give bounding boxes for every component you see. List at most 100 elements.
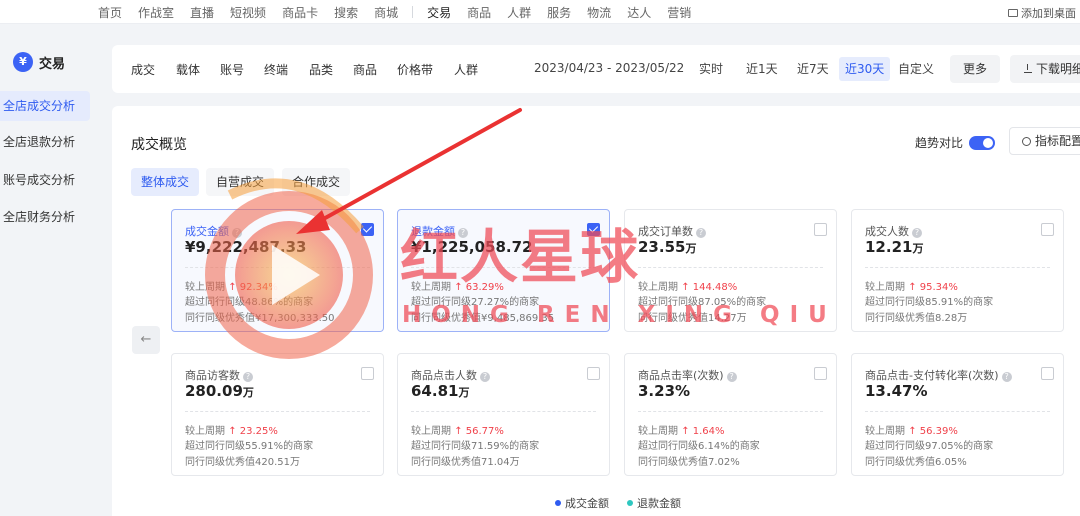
monitor-icon <box>1008 9 1018 17</box>
top-nav-item-audience[interactable]: 人群 <box>499 4 539 21</box>
metric-card[interactable]: 商品点击人数? 64.81万 较上周期 ↑ 56.77% 超过同行同级71.59%的商… <box>397 353 610 476</box>
time-custom-button[interactable]: 自定义 <box>892 57 940 81</box>
subtab-partner[interactable]: 合作成交 <box>282 168 351 196</box>
more-button[interactable]: 更多 <box>950 55 1000 83</box>
help-icon[interactable]: ? <box>696 228 706 238</box>
trend-compare-toggle[interactable] <box>969 135 996 150</box>
sidebar-header: ¥ 交易 <box>13 52 65 72</box>
metric-card[interactable]: 成交订单数? 23.55万 较上周期 ↑ 144.48% 超过同行同级87.05%的商… <box>624 209 837 332</box>
metric-value: ¥1,225,058.72 <box>411 238 532 256</box>
metric-rank: 超过同行同级97.05%的商家 <box>865 441 994 452</box>
tab-sales[interactable]: 成交 <box>131 61 155 78</box>
help-icon[interactable]: ? <box>458 228 468 238</box>
metric-change-label: 较上周期 <box>185 426 225 437</box>
top-nav-item-war-room[interactable]: 作战室 <box>130 4 182 21</box>
metric-checkbox[interactable] <box>814 223 827 236</box>
top-nav-item-short-video[interactable]: 短视频 <box>222 4 274 21</box>
top-nav-item-search[interactable]: 搜索 <box>326 4 366 21</box>
metric-change-number: 23.25% <box>239 426 278 437</box>
arrow-up-icon: ↑ <box>908 426 917 437</box>
tab-category[interactable]: 品类 <box>309 61 333 78</box>
metric-title-text: 退款金额 <box>411 225 455 238</box>
top-nav-item-mall[interactable]: 商城 <box>366 4 406 21</box>
tab-product[interactable]: 商品 <box>353 61 377 78</box>
help-icon[interactable]: ? <box>243 372 253 382</box>
metric-title: 商品访客数? <box>185 367 253 383</box>
metric-change: 较上周期 ↑ 63.29% <box>411 278 504 293</box>
metric-value-number: ¥1,225,058.72 <box>411 238 533 256</box>
metric-title: 商品点击率(次数)? <box>638 367 737 383</box>
metric-checkbox[interactable] <box>361 223 374 236</box>
metric-card[interactable]: 商品访客数? 280.09万 较上周期 ↑ 23.25% 超过同行同级55.91%的商… <box>171 353 384 476</box>
tab-terminal[interactable]: 终端 <box>264 61 288 78</box>
time-realtime-button[interactable]: 实时 <box>693 57 729 81</box>
metric-change-label: 较上周期 <box>865 282 905 293</box>
metric-config-label: 指标配置 <box>1035 134 1080 148</box>
top-nav-divider <box>412 6 414 18</box>
tab-carrier[interactable]: 载体 <box>176 61 200 78</box>
top-nav-item-live[interactable]: 直播 <box>182 4 222 21</box>
subtab-self-run[interactable]: 自营成交 <box>206 168 275 196</box>
metric-card[interactable]: 成交人数? 12.21万 较上周期 ↑ 95.34% 超过同行同级85.91%的商家同… <box>851 209 1064 332</box>
subtab-overall[interactable]: 整体成交 <box>131 168 200 196</box>
metric-value-number: 23.55 <box>638 238 686 256</box>
metric-card[interactable]: 成交金额? ¥9,222,487.33 较上周期 ↑ 92.34% 超过同行同级48.… <box>171 209 384 332</box>
metric-card[interactable]: 退款金额? ¥1,225,058.72 较上周期 ↑ 63.29% 超过同行同级27.… <box>397 209 610 332</box>
tab-account[interactable]: 账号 <box>220 61 244 78</box>
metric-checkbox[interactable] <box>587 223 600 236</box>
metric-change-label: 较上周期 <box>185 282 225 293</box>
help-icon[interactable]: ? <box>232 228 242 238</box>
metric-change: 较上周期 ↑ 144.48% <box>638 278 737 293</box>
top-nav-item-home[interactable]: 首页 <box>90 4 130 21</box>
metric-checkbox[interactable] <box>1041 367 1054 380</box>
metric-change: 较上周期 ↑ 92.34% <box>185 278 278 293</box>
top-nav-item-trade[interactable]: 交易 <box>419 4 459 21</box>
metric-checkbox[interactable] <box>1041 223 1054 236</box>
metric-card[interactable]: 商品点击-支付转化率(次数)? 13.47% 较上周期 ↑ 56.39% 超过同行同级… <box>851 353 1064 476</box>
metric-rank: 超过同行同级87.05%的商家 <box>638 297 767 308</box>
top-nav-item-product-card[interactable]: 商品卡 <box>274 4 326 21</box>
sidebar-item-store-sales[interactable]: 全店成交分析 <box>0 91 90 121</box>
top-nav-item-marketing[interactable]: 营销 <box>659 4 699 21</box>
arrow-up-icon: ↑ <box>454 426 463 437</box>
time-7day-button[interactable]: 近7天 <box>791 57 835 81</box>
metric-change-value: ↑ 56.77% <box>454 426 504 437</box>
time-1day-button[interactable]: 近1天 <box>740 57 784 81</box>
sidebar-item-store-finance[interactable]: 全店财务分析 <box>0 202 90 232</box>
metric-value-unit: 万 <box>242 386 254 399</box>
tab-audience[interactable]: 人群 <box>454 61 478 78</box>
metric-change: 较上周期 ↑ 95.34% <box>865 278 958 293</box>
metric-checkbox[interactable] <box>361 367 374 380</box>
metric-config-button[interactable]: 指标配置 <box>1009 127 1080 155</box>
legend-dot-sales <box>555 500 561 506</box>
help-icon[interactable]: ? <box>1001 372 1012 382</box>
top-nav-item-logistics[interactable]: 物流 <box>579 4 619 21</box>
top-nav-item-service[interactable]: 服务 <box>539 4 579 21</box>
top-nav-item-influencer[interactable]: 达人 <box>619 4 659 21</box>
yuan-icon: ¥ <box>13 52 33 72</box>
sidebar-item-account-sales[interactable]: 账号成交分析 <box>0 165 90 195</box>
metric-change-number: 56.77% <box>465 426 504 437</box>
section-title: 成交概览 <box>131 137 187 153</box>
download-button[interactable]: 下载明细 <box>1010 55 1080 83</box>
metric-card[interactable]: 商品点击率(次数)? 3.23% 较上周期 ↑ 1.64% 超过同行同级6.14%的商… <box>624 353 837 476</box>
time-30day-button[interactable]: 近30天 <box>839 57 891 81</box>
legend-item-sales: 成交金额 <box>555 495 609 511</box>
help-icon[interactable]: ? <box>912 228 922 238</box>
add-to-desktop-button[interactable]: 添加到桌面 <box>1008 5 1076 21</box>
metric-change-value: ↑ 23.25% <box>228 426 278 437</box>
date-range[interactable]: 2023/04/23 - 2023/05/22 <box>534 61 684 75</box>
sidebar-title: 交易 <box>39 56 66 72</box>
metric-checkbox[interactable] <box>814 367 827 380</box>
help-icon[interactable]: ? <box>480 372 490 382</box>
download-icon <box>1024 64 1032 73</box>
legend-label-sales: 成交金额 <box>565 497 609 510</box>
metric-value: 23.55万 <box>638 238 696 256</box>
tab-price-band[interactable]: 价格带 <box>397 61 433 78</box>
legend-dot-refund <box>627 500 633 506</box>
metric-checkbox[interactable] <box>587 367 600 380</box>
top-nav-item-product[interactable]: 商品 <box>459 4 499 21</box>
help-icon[interactable]: ? <box>726 372 737 382</box>
sidebar-item-store-refund[interactable]: 全店退款分析 <box>0 127 90 157</box>
prev-arrow-button[interactable]: ← <box>132 326 160 354</box>
